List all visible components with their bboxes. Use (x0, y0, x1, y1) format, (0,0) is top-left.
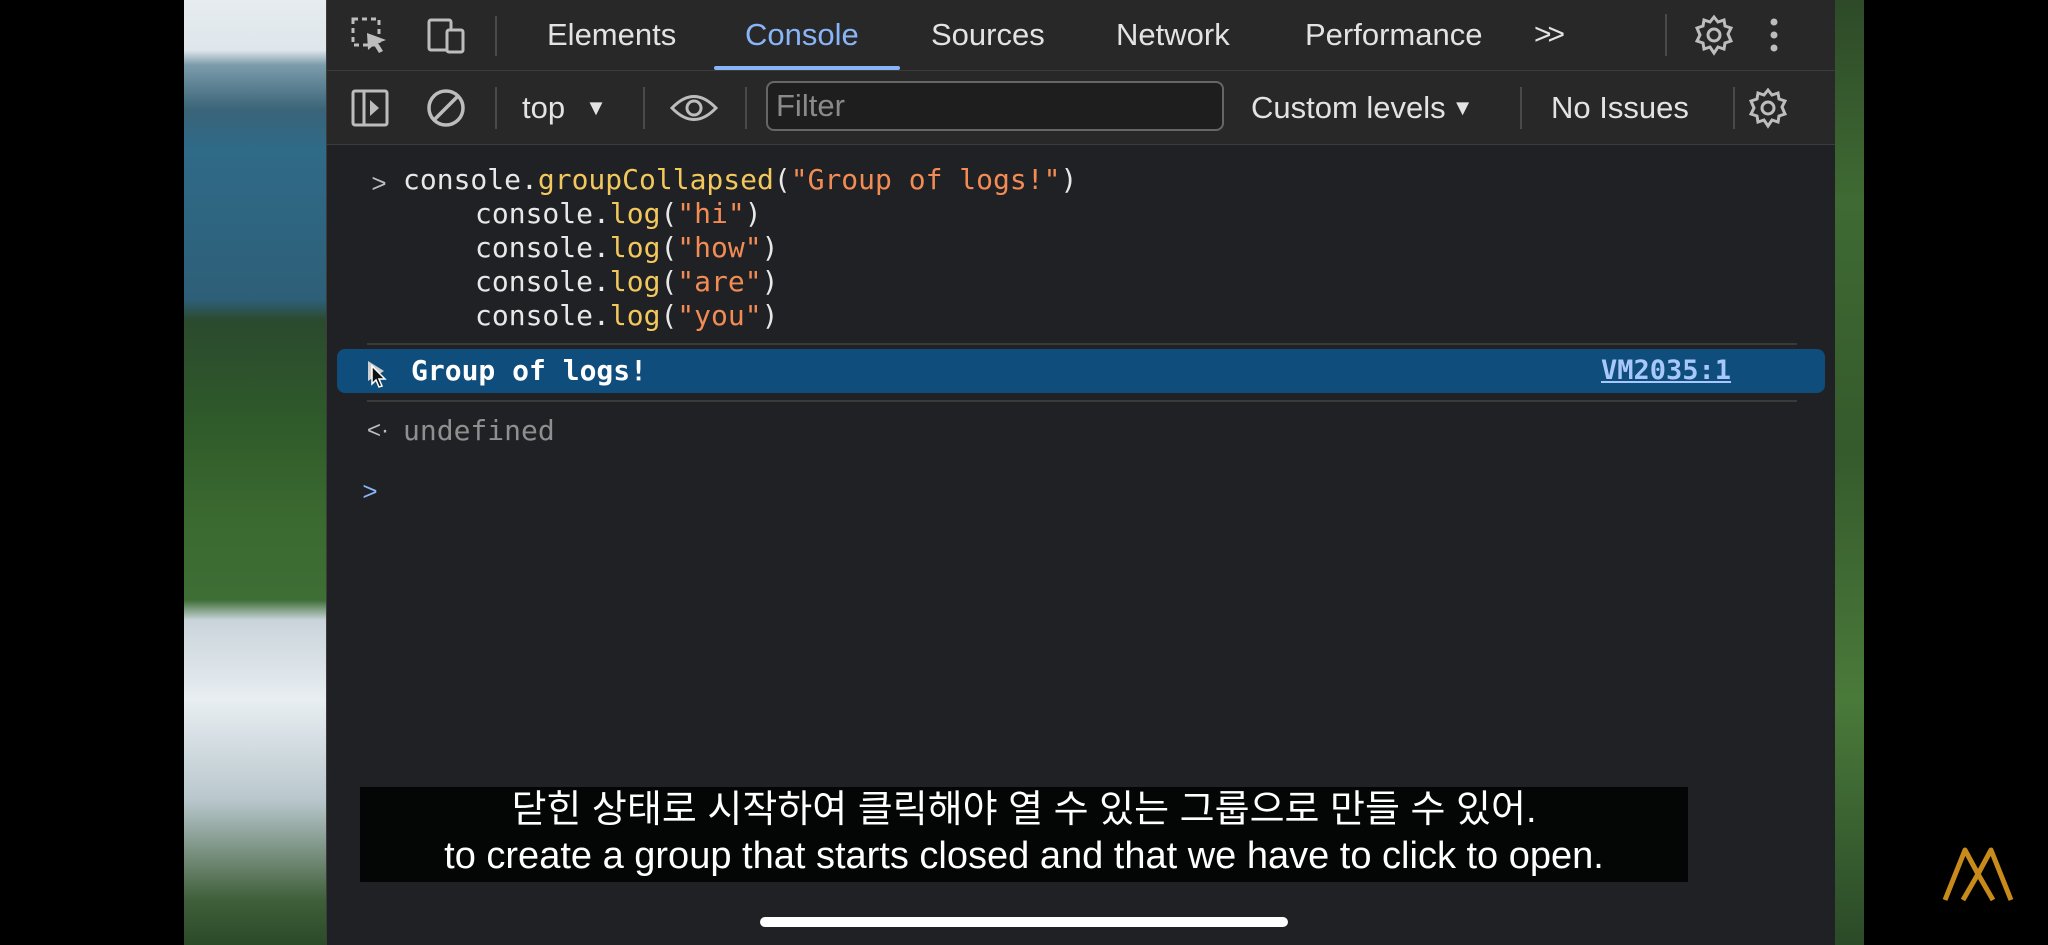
code-function: log (609, 197, 661, 230)
mouse-cursor-icon (369, 363, 389, 391)
home-indicator-bar[interactable] (760, 917, 1288, 927)
dropdown-arrow-icon: ▼ (1451, 94, 1474, 120)
tab-separator (495, 16, 497, 56)
group-label: Group of logs! (411, 354, 648, 387)
subtitle-korean: 닫힌 상태로 시작하여 클릭해야 열 수 있는 그룹으로 만들 수 있어. (511, 789, 1537, 831)
console-input-line: console.log("you") (475, 299, 779, 332)
collapsed-group-row[interactable]: Group of logs! VM2035:1 (337, 349, 1825, 393)
log-levels-dropdown[interactable]: Custom levels ▼ (1251, 71, 1473, 144)
more-tabs-button[interactable]: >> (1534, 0, 1565, 70)
toolbar-separator (495, 87, 497, 129)
code-string: "you" (677, 299, 762, 332)
toolbar-separator (1520, 87, 1522, 129)
row-divider (367, 343, 1797, 345)
log-levels-label: Custom levels (1251, 89, 1446, 125)
row-divider (367, 400, 1797, 402)
dropdown-arrow-icon: ▼ (585, 94, 607, 120)
console-input-line: console.log("hi") (475, 197, 762, 230)
console-input-line: console.log("how") (475, 231, 779, 264)
code-string: "how" (677, 231, 762, 264)
code-object: console. (475, 299, 610, 332)
subtitle-english: to create a group that starts closed and… (444, 835, 1604, 877)
inspect-element-icon[interactable] (347, 13, 393, 59)
code-object: console. (475, 265, 610, 298)
devtools-tab-bar: Elements Console Sources Network Perform… (327, 0, 1835, 71)
active-tab-indicator (714, 66, 900, 70)
tab-sources[interactable]: Sources (931, 0, 1045, 70)
console-settings-gear-icon[interactable] (1745, 85, 1791, 131)
context-selector[interactable]: top ▼ (522, 71, 607, 144)
context-selector-label: top (522, 89, 566, 125)
result-arrow-icon: <· (366, 417, 389, 444)
group-source-link[interactable]: VM2035:1 (1601, 354, 1731, 388)
code-string: "are" (677, 265, 762, 298)
code-function: log (609, 265, 661, 298)
console-input-line: console.log("are") (475, 265, 779, 298)
toolbar-separator (1733, 87, 1735, 129)
video-subtitle: 닫힌 상태로 시작하여 클릭해야 열 수 있는 그룹으로 만들 수 있어. to… (360, 787, 1688, 882)
tab-network[interactable]: Network (1116, 0, 1230, 70)
tab-elements[interactable]: Elements (547, 0, 676, 70)
console-input-line: console.groupCollapsed("Group of logs!") (403, 163, 1078, 196)
more-options-icon[interactable] (1759, 12, 1789, 58)
channel-logo-icon (1940, 843, 2016, 905)
code-function: log (609, 231, 661, 264)
input-prompt-icon: > (371, 167, 387, 198)
background-scenery-right (1834, 0, 1864, 945)
live-expression-eye-icon[interactable] (667, 85, 721, 131)
toolbar-separator (745, 87, 747, 129)
issues-button[interactable]: No Issues (1551, 71, 1689, 144)
device-toolbar-icon[interactable] (423, 13, 469, 59)
console-prompt-icon[interactable]: > (355, 474, 385, 508)
code-object: console. (403, 163, 538, 196)
clear-console-icon[interactable] (423, 85, 469, 131)
console-toolbar: top ▼ Filter Custom levels ▼ No Issues (327, 71, 1835, 145)
background-scenery-left (184, 0, 326, 945)
code-string: "hi" (677, 197, 745, 230)
result-value: undefined (403, 414, 555, 447)
settings-gear-icon[interactable] (1691, 12, 1737, 58)
tab-performance[interactable]: Performance (1305, 0, 1482, 70)
tab-separator (1665, 14, 1667, 56)
sidebar-toggle-icon[interactable] (347, 85, 393, 131)
code-function: groupCollapsed (537, 163, 774, 196)
code-object: console. (475, 231, 610, 264)
filter-input[interactable]: Filter (766, 81, 1224, 131)
code-string: "Group of logs!" (790, 163, 1061, 196)
code-function: log (609, 299, 661, 332)
tab-console[interactable]: Console (745, 0, 859, 70)
toolbar-separator (643, 87, 645, 129)
code-object: console. (475, 197, 610, 230)
